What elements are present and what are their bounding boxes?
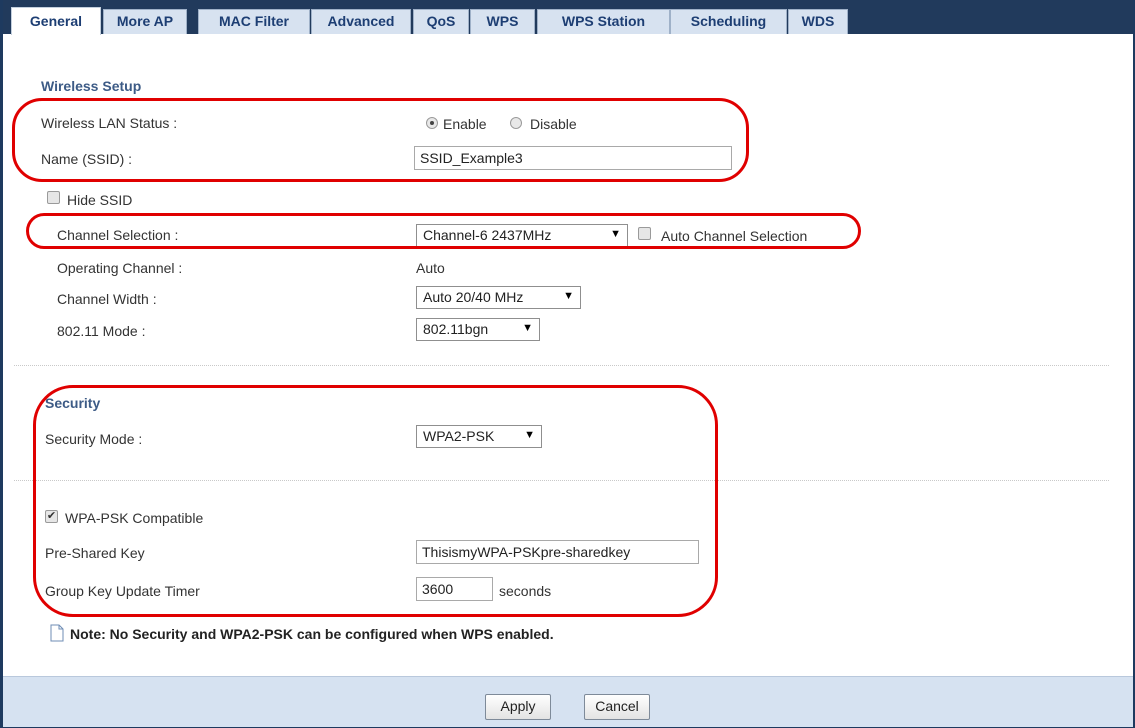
tab-qos[interactable]: QoS [413,9,469,34]
chevron-down-icon: ▼ [524,429,535,441]
footer-bar: Apply Cancel [3,676,1133,727]
operating-channel-value: Auto [416,260,445,276]
settings-panel: Wireless Setup Wireless LAN Status : Ena… [3,35,1133,675]
operating-channel-label: Operating Channel : [57,260,183,276]
wireless-lan-status-label: Wireless LAN Status : [41,115,178,131]
mode-value: 802.11bgn [423,321,489,337]
auto-channel-label: Auto Channel Selection [661,228,808,244]
channel-selection-label: Channel Selection : [57,227,179,243]
security-mode-select[interactable]: WPA2-PSK ▼ [416,425,542,448]
tab-general[interactable]: General [11,7,101,35]
tab-more-ap[interactable]: More AP [103,9,187,34]
channel-width-select[interactable]: Auto 20/40 MHz ▼ [416,286,581,309]
channel-selection-select[interactable]: Channel-6 2437MHz ▼ [416,224,628,247]
ssid-label: Name (SSID) : [41,151,133,167]
tab-mac-filter[interactable]: MAC Filter [198,9,310,34]
hide-ssid-label: Hide SSID [67,192,133,208]
divider [14,365,1109,366]
auto-channel-checkbox[interactable] [638,227,651,240]
security-title: Security [45,395,101,411]
chevron-down-icon: ▼ [563,290,574,302]
note-icon [50,624,64,642]
mode-label: 802.11 Mode : [57,323,146,339]
tab-wps-station[interactable]: WPS Station [537,9,670,34]
chevron-down-icon: ▼ [610,228,621,240]
group-key-label: Group Key Update Timer [45,583,200,599]
chevron-down-icon: ▼ [522,322,533,334]
hide-ssid-checkbox[interactable] [47,191,60,204]
channel-width-value: Auto 20/40 MHz [423,289,524,305]
tab-bar: General More AP MAC Filter Advanced QoS … [3,0,1133,35]
security-mode-label: Security Mode : [45,431,143,447]
tab-wps[interactable]: WPS [470,9,535,34]
channel-width-label: Channel Width : [57,291,157,307]
ssid-input[interactable]: SSID_Example3 [414,146,732,170]
wps-note: Note: No Security and WPA2-PSK can be co… [70,626,554,642]
group-key-input[interactable]: 3600 [416,577,493,601]
psk-label: Pre-Shared Key [45,545,145,561]
disable-radio[interactable] [510,117,522,129]
divider [14,480,1109,481]
psk-input[interactable]: ThisismyWPA-PSKpre-sharedkey [416,540,699,564]
tab-advanced[interactable]: Advanced [311,9,411,34]
tab-wds[interactable]: WDS [788,9,848,34]
apply-button[interactable]: Apply [485,694,551,720]
wireless-setup-title: Wireless Setup [41,78,142,94]
mode-select[interactable]: 802.11bgn ▼ [416,318,540,341]
enable-label: Enable [443,116,487,132]
wpa-compatible-label: WPA-PSK Compatible [65,510,204,526]
wpa-compatible-checkbox[interactable]: ✔ [45,510,58,523]
disable-label: Disable [530,116,577,132]
tab-scheduling[interactable]: Scheduling [670,9,787,34]
cancel-button[interactable]: Cancel [584,694,650,720]
group-key-unit: seconds [499,583,552,599]
security-mode-value: WPA2-PSK [423,428,495,444]
enable-radio[interactable] [426,117,438,129]
channel-selection-value: Channel-6 2437MHz [423,227,552,243]
